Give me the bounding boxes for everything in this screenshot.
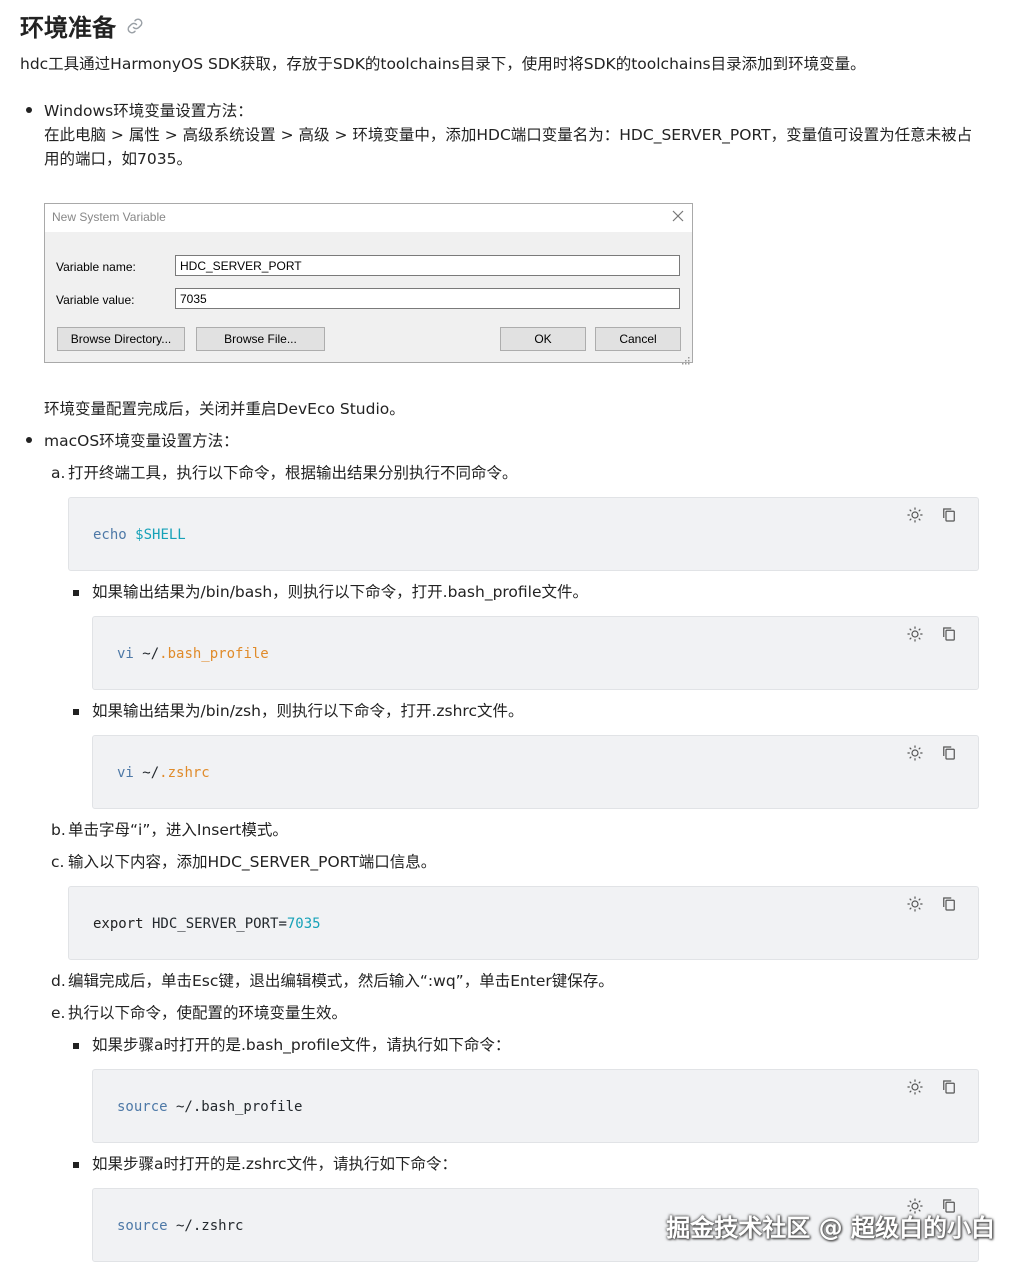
windows-title: Windows环境变量设置方法： xyxy=(44,102,253,120)
code-toolbar xyxy=(906,744,958,762)
link-icon[interactable] xyxy=(126,17,144,35)
step-b-text: 单击字母“i”，进入Insert模式。 xyxy=(68,821,288,839)
dialog-title: New System Variable xyxy=(52,210,166,224)
copy-icon[interactable] xyxy=(940,895,958,913)
code-argument: ~/.zshrc xyxy=(167,1218,244,1234)
windows-instructions-line1: 在此电脑 > 属性 > 高级系统设置 > 高级 > 环境变量中，添加HDC端口变… xyxy=(44,126,973,144)
square-bullet xyxy=(73,1162,79,1168)
heading-text: 环境准备 xyxy=(20,14,116,42)
sub-bash-text: 如果输出结果为/bin/bash，则执行以下命令，打开.bash_profile… xyxy=(92,583,589,601)
code-command: echo xyxy=(93,527,127,543)
code-toolbar xyxy=(906,895,958,913)
square-bullet xyxy=(73,709,79,715)
code-toolbar xyxy=(906,506,958,524)
code-argument: 7035 xyxy=(286,916,321,932)
code-text: vi ~/.zshrc xyxy=(117,765,210,781)
copy-icon[interactable] xyxy=(940,625,958,643)
intro-paragraph: hdc工具通过HarmonyOS SDK获取，存放于SDK的toolchains… xyxy=(20,55,866,73)
code-argument: $SHELL xyxy=(135,527,186,543)
variable-name-input[interactable]: HDC_SERVER_PORT xyxy=(175,255,680,276)
windows-instructions-line2: 用的端口，如7035。 xyxy=(44,150,192,168)
code-argument: .zshrc xyxy=(159,765,210,781)
square-bullet xyxy=(73,590,79,596)
code-block: export HDC_SERVER_PORT=7035 xyxy=(68,886,979,960)
sun-icon[interactable] xyxy=(906,625,924,643)
code-command: export xyxy=(93,916,144,932)
code-command: source xyxy=(117,1099,168,1115)
code-block: source ~/.bash_profile xyxy=(92,1069,979,1143)
copy-icon[interactable] xyxy=(940,506,958,524)
square-bullet xyxy=(73,1043,79,1049)
step-c-text: 输入以下内容，添加HDC_SERVER_PORT端口信息。 xyxy=(68,853,437,871)
sun-icon[interactable] xyxy=(906,506,924,524)
copy-icon[interactable] xyxy=(940,1078,958,1096)
code-toolbar xyxy=(906,1078,958,1096)
code-path: ~/ xyxy=(133,646,160,662)
code-block: echo $SHELL xyxy=(68,497,979,571)
new-system-variable-dialog: New System Variable Variable name: HDC_S… xyxy=(44,203,693,365)
step-a-text: 打开终端工具，执行以下命令，根据输出结果分别执行不同命令。 xyxy=(68,464,518,482)
watermark: 掘金技术社区 @ 超级白的小白 xyxy=(666,1214,995,1242)
mac-title: macOS环境变量设置方法： xyxy=(44,432,239,450)
code-text: source ~/.zshrc xyxy=(117,1218,243,1234)
section-heading: 环境准备 xyxy=(20,8,144,43)
bullet-dot xyxy=(26,437,32,443)
step-a-marker: a. xyxy=(51,464,66,482)
code-command: source xyxy=(117,1218,168,1234)
close-icon[interactable] xyxy=(670,208,686,224)
browse-file-button[interactable]: Browse File... xyxy=(196,327,325,351)
variable-value-label: Variable value: xyxy=(56,293,135,307)
code-argument: ~/.bash_profile xyxy=(167,1099,303,1115)
ok-button[interactable]: OK xyxy=(500,327,586,351)
bullet-dot xyxy=(26,107,32,113)
code-text: source ~/.bash_profile xyxy=(117,1099,302,1115)
sun-icon[interactable] xyxy=(906,1078,924,1096)
code-argument: .bash_profile xyxy=(159,646,269,662)
cancel-button[interactable]: Cancel xyxy=(595,327,681,351)
code-text: vi ~/.bash_profile xyxy=(117,646,269,662)
code-toolbar xyxy=(906,625,958,643)
variable-name-label: Variable name: xyxy=(56,260,136,274)
step-d-text: 编辑完成后，单击Esc键，退出编辑模式，然后输入“:wq”，单击Enter键保存… xyxy=(68,972,614,990)
step-e-marker: e. xyxy=(51,1004,66,1022)
copy-icon[interactable] xyxy=(940,744,958,762)
code-command: vi xyxy=(117,765,134,781)
resize-grip-icon[interactable] xyxy=(680,350,690,365)
code-block: vi ~/.bash_profile xyxy=(92,616,979,690)
sun-icon[interactable] xyxy=(906,895,924,913)
step-b-marker: b. xyxy=(51,821,66,839)
step-e-text: 执行以下命令，使配置的环境变量生效。 xyxy=(68,1004,348,1022)
variable-value-input[interactable]: 7035 xyxy=(175,288,680,309)
step-c-marker: c. xyxy=(51,853,65,871)
sub-source-bash-text: 如果步骤a时打开的是.bash_profile文件，请执行如下命令： xyxy=(92,1036,511,1054)
code-block: vi ~/.zshrc xyxy=(92,735,979,809)
browse-directory-button[interactable]: Browse Directory... xyxy=(57,327,185,351)
windows-after-text: 环境变量配置完成后，关闭并重启DevEco Studio。 xyxy=(44,400,405,418)
step-d-marker: d. xyxy=(51,972,66,990)
code-text: echo $SHELL xyxy=(93,527,186,543)
dialog-titlebar: New System Variable xyxy=(45,204,692,232)
code-path: ~/ xyxy=(133,765,160,781)
sub-source-zsh-text: 如果步骤a时打开的是.zshrc文件，请执行如下命令： xyxy=(92,1155,458,1173)
code-text: export HDC_SERVER_PORT=7035 xyxy=(93,916,321,932)
code-assignment: HDC_SERVER_PORT= xyxy=(143,916,287,932)
code-command: vi xyxy=(117,646,134,662)
sub-zsh-text: 如果输出结果为/bin/zsh，则执行以下命令，打开.zshrc文件。 xyxy=(92,702,524,720)
sun-icon[interactable] xyxy=(906,744,924,762)
